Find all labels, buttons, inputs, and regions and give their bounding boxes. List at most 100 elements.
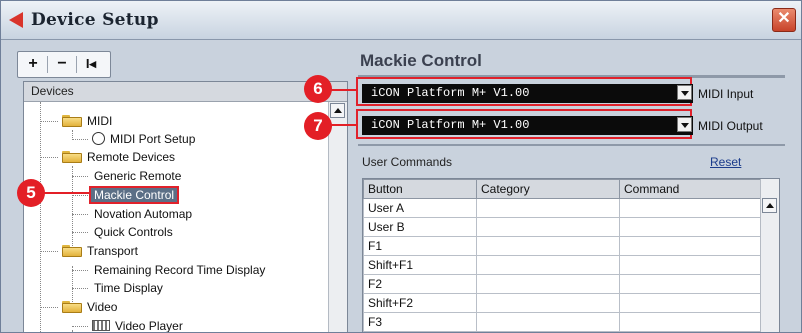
table-row[interactable]: F1	[363, 236, 763, 256]
command-cell[interactable]	[619, 293, 763, 313]
tree-guide	[72, 166, 73, 248]
midi-output-select[interactable]: iCON Platform M+ V1.00	[362, 116, 693, 135]
tree-guide	[72, 270, 88, 271]
tree-guide	[72, 139, 88, 140]
table-row[interactable]: Shift+F2	[363, 293, 763, 313]
tree-item-label: Remote Devices	[87, 150, 176, 164]
tree-item-label: MIDI Port Setup	[110, 132, 196, 146]
button-cell: F1	[363, 236, 477, 256]
tree-item-video[interactable]: Video	[62, 298, 117, 316]
midi-input-label: MIDI Input	[698, 87, 754, 101]
tree-guide	[72, 176, 88, 177]
tree-item-mackie-control[interactable]: Mackie Control	[88, 186, 180, 204]
category-cell[interactable]	[476, 274, 620, 294]
table-scrollbar[interactable]	[760, 179, 779, 332]
column-header-command[interactable]: Command	[619, 179, 763, 199]
table-row[interactable]: User A	[363, 198, 763, 218]
tree-guide	[72, 195, 88, 196]
user-commands-table: Button Category Command User A User B F1…	[362, 178, 780, 332]
add-device-button[interactable]: +	[22, 54, 44, 74]
tree-item-midi-port-setup[interactable]: MIDI Port Setup	[92, 130, 195, 148]
video-player-icon	[92, 320, 110, 332]
tree-item-label: Time Display	[94, 281, 163, 295]
callout-7: 7	[304, 112, 332, 140]
close-icon: ✕	[777, 10, 791, 27]
category-cell[interactable]	[476, 236, 620, 256]
reset-device-button[interactable]: I◂	[80, 54, 102, 74]
category-cell[interactable]	[476, 198, 620, 218]
folder-icon	[62, 300, 82, 313]
remove-device-button[interactable]: −	[51, 54, 73, 74]
device-toolbar: + − I◂	[17, 51, 111, 78]
table-row[interactable]: Shift+F1	[363, 255, 763, 275]
button-cell: Shift+F1	[363, 255, 477, 275]
panel-title: Mackie Control	[360, 51, 482, 70]
title-bar: Device Setup ✕	[1, 1, 801, 40]
tree-item-novation-automap[interactable]: Novation Automap	[94, 205, 192, 223]
category-cell[interactable]	[476, 255, 620, 275]
chevron-down-icon[interactable]	[677, 85, 692, 100]
midi-input-value: iCON Platform M+ V1.00	[371, 86, 530, 100]
tree-item-time-display[interactable]: Time Display	[94, 279, 163, 297]
category-cell[interactable]	[476, 312, 620, 332]
table-row[interactable]: User B	[363, 217, 763, 237]
tree-item-generic-remote[interactable]: Generic Remote	[94, 167, 181, 185]
table-row[interactable]: F2	[363, 274, 763, 294]
tree-item-video-player[interactable]: Video Player	[92, 317, 183, 333]
category-cell[interactable]	[476, 293, 620, 313]
table-header-row: Button Category Command	[363, 179, 763, 199]
tree-item-label: Mackie Control	[88, 186, 180, 204]
midi-output-label: MIDI Output	[698, 119, 763, 133]
tree-guide	[40, 121, 58, 122]
tree-guide	[40, 251, 58, 252]
toolbar-separator	[47, 56, 48, 73]
column-header-button[interactable]: Button	[363, 179, 477, 199]
app-arrow-icon	[9, 12, 23, 28]
midi-input-select[interactable]: iCON Platform M+ V1.00	[362, 84, 693, 103]
window-title: Device Setup	[31, 10, 159, 30]
tree-guide	[72, 232, 88, 233]
command-cell[interactable]	[619, 274, 763, 294]
reset-link[interactable]: Reset	[710, 155, 741, 169]
devices-tree: MIDI MIDI Port Setup Remote Devices Gene…	[24, 102, 329, 333]
tree-scrollbar[interactable]	[328, 102, 347, 332]
tree-guide	[72, 326, 88, 327]
tree-item-remote-devices[interactable]: Remote Devices	[62, 148, 175, 166]
folder-icon	[62, 244, 82, 257]
scroll-up-icon[interactable]	[330, 103, 345, 118]
toolbar-separator	[76, 56, 77, 73]
tree-guide	[72, 214, 88, 215]
callout-line	[331, 124, 358, 126]
user-commands-label: User Commands	[362, 155, 453, 169]
tree-item-label: Novation Automap	[94, 207, 193, 221]
tree-item-remaining-record-time[interactable]: Remaining Record Time Display	[94, 261, 265, 279]
device-setup-window: Device Setup ✕ + − I◂ Devices MIDI MIDI …	[0, 0, 802, 333]
folder-icon	[62, 114, 82, 127]
command-cell[interactable]	[619, 217, 763, 237]
tree-guide	[40, 307, 58, 308]
tree-item-label: Video	[87, 300, 118, 314]
scroll-up-icon[interactable]	[762, 198, 777, 213]
command-cell[interactable]	[619, 312, 763, 332]
tree-item-quick-controls[interactable]: Quick Controls	[94, 223, 173, 241]
tree-item-label: Remaining Record Time Display	[94, 263, 266, 277]
category-cell[interactable]	[476, 217, 620, 237]
chevron-down-icon[interactable]	[677, 117, 692, 132]
tree-item-label: Video Player	[115, 319, 183, 333]
tree-guide	[72, 288, 88, 289]
command-cell[interactable]	[619, 236, 763, 256]
column-header-category[interactable]: Category	[476, 179, 620, 199]
button-cell: F3	[363, 312, 477, 332]
tree-item-midi[interactable]: MIDI	[62, 112, 112, 130]
button-cell: F2	[363, 274, 477, 294]
tree-item-label: Quick Controls	[94, 225, 173, 239]
command-cell[interactable]	[619, 255, 763, 275]
button-cell: User B	[363, 217, 477, 237]
tree-item-label: MIDI	[87, 114, 113, 128]
table-row[interactable]: F3	[363, 312, 763, 332]
tree-item-label: Generic Remote	[94, 169, 182, 183]
devices-panel: Devices MIDI MIDI Port Setup Remote Devi…	[23, 81, 348, 333]
tree-item-transport[interactable]: Transport	[62, 242, 138, 260]
close-button[interactable]: ✕	[772, 8, 796, 32]
command-cell[interactable]	[619, 198, 763, 218]
